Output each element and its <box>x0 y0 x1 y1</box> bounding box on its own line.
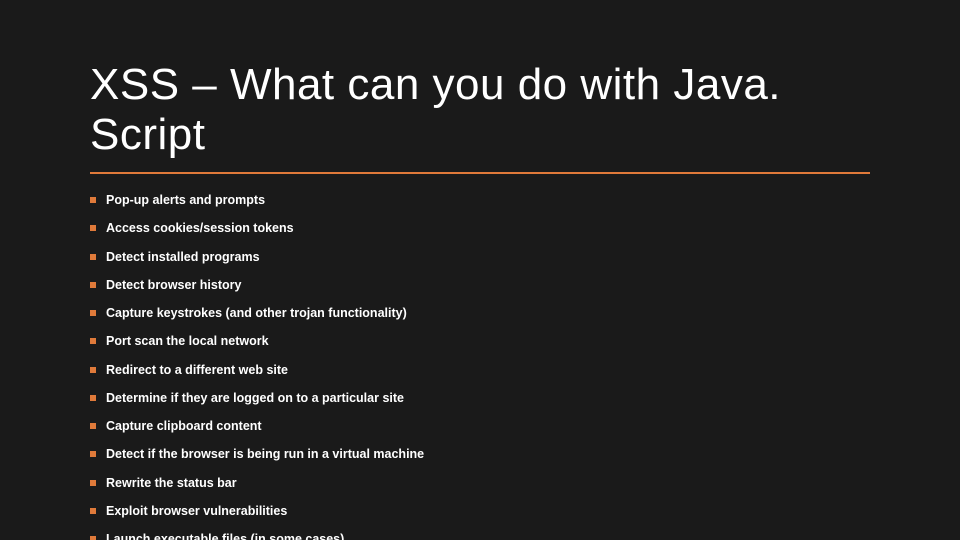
list-item: Launch executable files (in some cases) <box>90 531 870 540</box>
slide-title: XSS – What can you do with Java. Script <box>90 60 870 160</box>
list-item: Rewrite the status bar <box>90 475 870 491</box>
list-item: Access cookies/session tokens <box>90 220 870 236</box>
list-item: Redirect to a different web site <box>90 362 870 378</box>
list-item: Determine if they are logged on to a par… <box>90 390 870 406</box>
list-item: Port scan the local network <box>90 333 870 349</box>
list-item: Detect installed programs <box>90 249 870 265</box>
slide: XSS – What can you do with Java. Script … <box>0 0 960 540</box>
list-item: Capture clipboard content <box>90 418 870 434</box>
list-item: Capture keystrokes (and other trojan fun… <box>90 305 870 321</box>
list-item: Detect if the browser is being run in a … <box>90 446 870 462</box>
list-item: Exploit browser vulnerabilities <box>90 503 870 519</box>
list-item: Pop-up alerts and prompts <box>90 192 870 208</box>
title-underline <box>90 172 870 174</box>
bullet-list: Pop-up alerts and prompts Access cookies… <box>90 192 870 540</box>
list-item: Detect browser history <box>90 277 870 293</box>
